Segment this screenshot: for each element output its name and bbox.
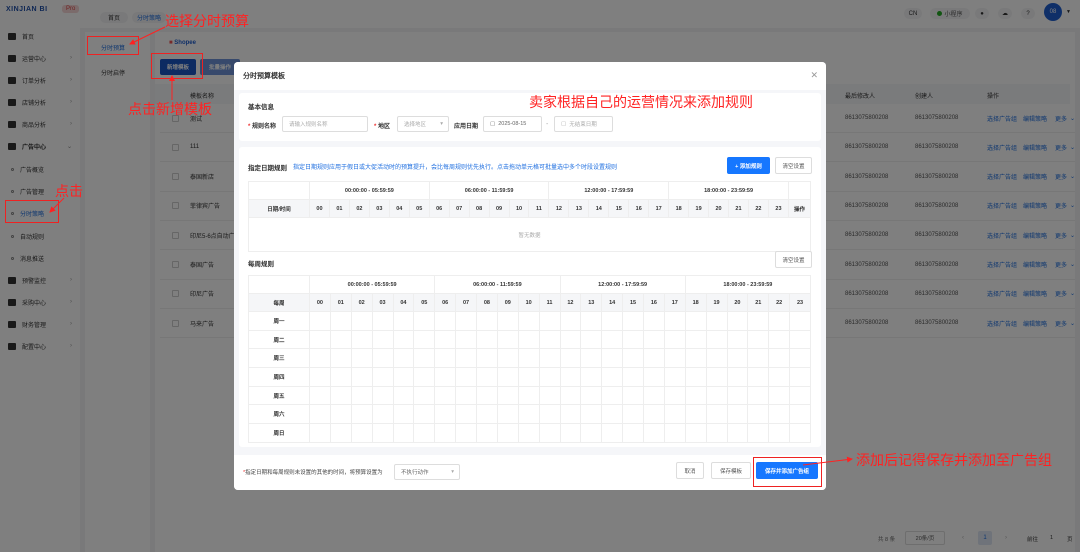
annotation-click-new-template: 点击新增模板: [128, 101, 212, 117]
annotation-save-add: 添加后记得保存并添加至广告组: [856, 452, 1052, 468]
annotation-add-rules: 卖家根据自己的运营情况来添加规则: [529, 94, 753, 110]
annotation-select-time-budget: 选择分时预算: [165, 13, 249, 29]
annotation-click: 点击: [55, 183, 83, 199]
